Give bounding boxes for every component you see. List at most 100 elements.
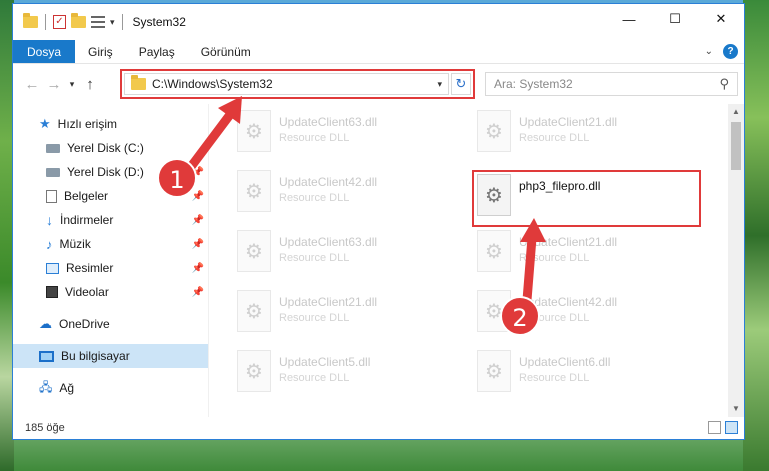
file-type: Resource DLL xyxy=(519,372,590,384)
chevron-down-icon[interactable]: ▾ xyxy=(110,17,115,28)
refresh-button[interactable]: ↻ xyxy=(451,73,471,95)
sidebar-item-music[interactable]: ♪ Müzik 📌 xyxy=(13,232,208,256)
view-switcher xyxy=(708,421,738,434)
expand-ribbon-icon[interactable]: ⌄ xyxy=(705,46,713,57)
file-name: UpdateClient6.dll xyxy=(519,355,611,369)
sidebar-item-videos[interactable]: Videolar 📌 xyxy=(13,280,208,304)
chevron-down-icon[interactable]: ▾ xyxy=(437,79,442,90)
folder-icon xyxy=(23,13,38,28)
computer-icon xyxy=(39,350,54,362)
file-list: ⚙ UpdateClient63.dll Resource DLL ⚙ Updat… xyxy=(208,104,744,417)
scroll-up-icon[interactable]: ▲ xyxy=(728,104,744,120)
file-item[interactable]: ⚙ UpdateClient63.dll Resource DLL xyxy=(237,110,457,158)
close-button[interactable]: ✕ xyxy=(698,4,744,34)
file-name: UpdateClient5.dll xyxy=(279,355,371,369)
recent-locations-button[interactable]: ▾ xyxy=(65,79,79,90)
sidebar-item-quick-access[interactable]: ★ Hızlı erişim xyxy=(13,112,208,136)
sidebar-item-label: İndirmeler xyxy=(60,213,114,227)
ribbon-tabs: Dosya Giriş Paylaş Görünüm ⌄ ? xyxy=(13,40,744,64)
customize-toolbar-icon[interactable] xyxy=(91,16,105,28)
vertical-scrollbar[interactable]: ▲ ▼ xyxy=(728,104,744,417)
file-type: Resource DLL xyxy=(279,252,350,264)
file-type: Resource DLL xyxy=(279,192,350,204)
sidebar-item-downloads[interactable]: ↓ İndirmeler 📌 xyxy=(13,208,208,232)
pictures-icon xyxy=(46,262,59,274)
address-bar-highlight: C:\Windows\System32 ▾ ↻ xyxy=(120,69,475,99)
step-badge-2: 2 xyxy=(500,296,540,336)
download-icon: ↓ xyxy=(46,212,53,228)
file-name: UpdateClient63.dll xyxy=(279,115,378,129)
file-type: Resource DLL xyxy=(279,132,350,144)
details-view-icon[interactable] xyxy=(708,421,721,434)
background-palm-right xyxy=(743,0,769,471)
window-controls: — ☐ ✕ xyxy=(606,4,744,34)
file-item[interactable]: ⚙ UpdateClient6.dll Resource DLL xyxy=(477,350,697,398)
scroll-down-icon[interactable]: ▼ xyxy=(728,401,744,417)
folder-icon xyxy=(131,75,146,90)
dll-file-icon: ⚙ xyxy=(477,230,511,272)
search-input[interactable]: Ara: System32 ⚲ xyxy=(485,72,738,96)
file-name: UpdateClient21.dll xyxy=(519,235,618,249)
network-icon: 🖧 xyxy=(39,379,53,394)
status-bar: 185 öğe xyxy=(13,417,744,439)
tab-share[interactable]: Paylaş xyxy=(126,40,188,63)
content-area: ★ Hızlı erişim Yerel Disk (C:) Yerel Dis… xyxy=(13,104,744,417)
tiles-view-icon[interactable] xyxy=(725,421,738,434)
maximize-button[interactable]: ☐ xyxy=(652,4,698,34)
tab-view[interactable]: Görünüm xyxy=(188,40,264,63)
sidebar-item-network[interactable]: 🖧 Ağ xyxy=(13,376,208,400)
sidebar-item-onedrive[interactable]: ☁ OneDrive xyxy=(13,312,208,336)
file-item[interactable]: ⚙ UpdateClient21.dll Resource DLL xyxy=(237,290,457,338)
sidebar-item-label: Yerel Disk (C:) xyxy=(67,141,144,155)
up-button[interactable]: ↑ xyxy=(79,76,101,93)
sidebar-item-label: Videolar xyxy=(65,285,109,299)
file-type: Resource DLL xyxy=(519,252,590,264)
minimize-button[interactable]: — xyxy=(606,4,652,34)
file-item[interactable]: ⚙ UpdateClient21.dll Resource DLL xyxy=(477,230,697,278)
pin-icon: 📌 xyxy=(191,286,204,298)
sidebar-item-label: OneDrive xyxy=(59,317,110,331)
sidebar-item-label: Hızlı erişim xyxy=(57,117,117,131)
search-icon: ⚲ xyxy=(719,76,729,91)
drive-icon xyxy=(46,167,60,177)
ribbon-right: ⌄ ? xyxy=(705,44,738,59)
star-icon: ★ xyxy=(39,116,51,131)
file-type: Resource DLL xyxy=(279,312,350,324)
address-text: C:\Windows\System32 xyxy=(152,77,273,91)
file-highlight-box xyxy=(472,170,701,227)
help-icon[interactable]: ? xyxy=(723,44,738,59)
tab-file[interactable]: Dosya xyxy=(13,40,76,63)
scrollbar-thumb[interactable] xyxy=(731,122,741,170)
file-item[interactable]: ⚙ UpdateClient42.dll Resource DLL xyxy=(237,170,457,218)
file-item[interactable]: ⚙ UpdateClient21.dll Resource DLL xyxy=(477,110,697,158)
step-badge-1: 1 xyxy=(157,158,197,198)
window-title: System32 xyxy=(132,15,186,29)
separator xyxy=(121,14,123,30)
sidebar-item-this-pc[interactable]: Bu bilgisayar xyxy=(13,344,208,368)
cloud-icon: ☁ xyxy=(39,316,52,331)
file-type: Resource DLL xyxy=(519,132,590,144)
forward-button[interactable]: → xyxy=(43,76,65,93)
search-placeholder: Ara: System32 xyxy=(494,77,573,91)
drive-icon xyxy=(46,143,60,153)
title-bar: ✓ ▾ System32 — ☐ ✕ xyxy=(13,4,744,40)
pin-icon: 📌 xyxy=(191,214,204,226)
dll-file-icon: ⚙ xyxy=(237,290,271,332)
file-name: UpdateClient63.dll xyxy=(279,235,378,249)
back-button[interactable]: ← xyxy=(21,76,43,93)
sidebar-item-local-disk-c[interactable]: Yerel Disk (C:) xyxy=(13,136,208,160)
properties-icon[interactable]: ✓ xyxy=(53,15,66,29)
file-item[interactable]: ⚙ UpdateClient63.dll Resource DLL xyxy=(237,230,457,278)
file-type: Resource DLL xyxy=(279,372,350,384)
tab-home[interactable]: Giriş xyxy=(75,40,126,63)
new-folder-icon[interactable] xyxy=(71,13,86,28)
file-item[interactable]: ⚙ UpdateClient5.dll Resource DLL xyxy=(237,350,457,398)
pin-icon: 📌 xyxy=(191,190,204,202)
sidebar-item-label: Ağ xyxy=(59,381,75,395)
item-count: 185 öğe xyxy=(25,422,65,434)
explorer-window: ✓ ▾ System32 — ☐ ✕ Dosya Giriş Paylaş Gö… xyxy=(12,3,745,440)
address-bar[interactable]: C:\Windows\System32 ▾ xyxy=(124,73,449,95)
sidebar-item-pictures[interactable]: Resimler 📌 xyxy=(13,256,208,280)
file-name: UpdateClient21.dll xyxy=(279,295,378,309)
quick-access-toolbar: ✓ ▾ xyxy=(13,13,125,30)
